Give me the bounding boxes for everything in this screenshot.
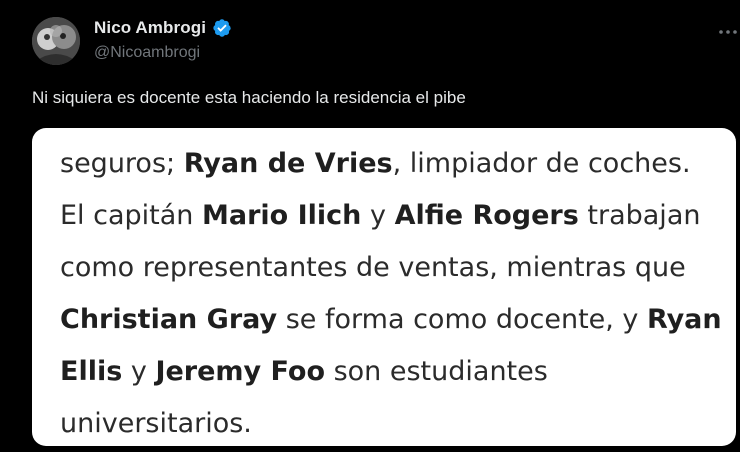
author-name[interactable]: Nico Ambrogi [94, 18, 206, 38]
author-info: Nico Ambrogi @Nicoambrogi [94, 18, 232, 62]
media-text-bold-segment: Alfie Rogers [394, 200, 579, 231]
media-text-segment: El capitán [60, 200, 203, 231]
media-text-bold-segment: Jeremy Foo [155, 356, 326, 387]
media-text-bold-segment: Ellis [60, 356, 123, 387]
media-text-segment: se forma como docente, y [277, 304, 647, 335]
tweet-media-image[interactable]: seguros; Ryan de Vries, limpiador de coc… [32, 128, 736, 446]
media-text-segment: seguros; [60, 148, 184, 179]
media-text-bold-segment: Mario Ilich [202, 200, 362, 231]
media-text-line: seguros; Ryan de Vries, limpiador de coc… [60, 138, 730, 190]
tweet-text: Ni siquiera es docente esta haciendo la … [32, 88, 466, 107]
more-dots-icon [719, 30, 737, 34]
media-text-bold-segment: Christian Gray [60, 304, 278, 335]
media-text-line: universitarios. [60, 398, 730, 446]
media-text-line: como representantes de ventas, mientras … [60, 242, 730, 294]
avatar[interactable] [32, 17, 80, 65]
avatar-photo-icon [32, 17, 80, 65]
media-text-bold-segment: Ryan de Vries [183, 148, 393, 179]
media-text-bold-segment: Ryan [647, 304, 722, 335]
media-text-block: seguros; Ryan de Vries, limpiador de coc… [60, 138, 730, 446]
media-text-segment: , limpiador de coches. [392, 148, 691, 179]
verified-badge-icon [213, 19, 231, 37]
media-text-segment: y [361, 200, 395, 231]
more-options-button[interactable] [716, 20, 740, 44]
media-text-segment: y [122, 356, 156, 387]
media-text-segment: como representantes de ventas, mientras … [60, 252, 686, 283]
media-text-line: Ellis y Jeremy Foo son estudiantes [60, 346, 730, 398]
author-handle[interactable]: @Nicoambrogi [94, 44, 232, 62]
media-text-segment: universitarios. [60, 408, 252, 439]
tweet: Nico Ambrogi @Nicoambrogi Ni siquiera es… [0, 0, 740, 452]
media-text-segment: trabajan [578, 200, 701, 231]
media-text-line: Christian Gray se forma como docente, y … [60, 294, 730, 346]
media-text-segment: son estudiantes [325, 356, 548, 387]
media-text-line: El capitán Mario Ilich y Alfie Rogers tr… [60, 190, 730, 242]
